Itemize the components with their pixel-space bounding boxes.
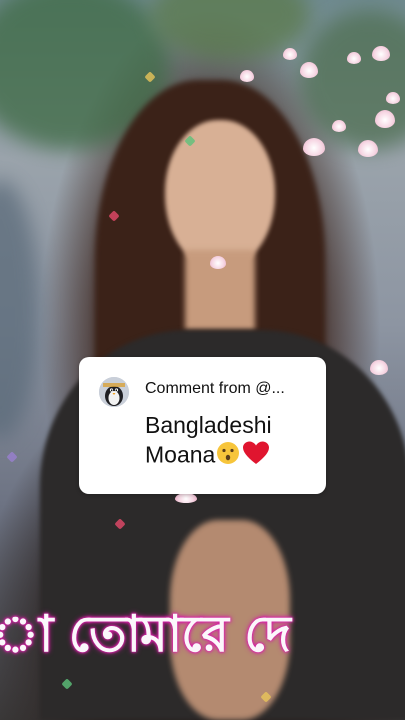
penguin-avatar-icon xyxy=(99,377,129,407)
red-heart-emoji-icon xyxy=(241,440,271,473)
flower-petal xyxy=(370,360,388,375)
flower-petal xyxy=(372,46,390,61)
foliage-blur xyxy=(0,180,40,440)
flower-petal xyxy=(303,138,325,156)
face-shape xyxy=(165,120,275,270)
flower-petal xyxy=(386,92,400,104)
lyric-caption: া তোমারে দে xyxy=(0,597,405,667)
flower-petal xyxy=(358,140,378,157)
lyric-caption-text: া তোমারে দে xyxy=(0,605,291,663)
commenter-avatar[interactable] xyxy=(99,377,129,407)
flower-petal xyxy=(375,110,395,128)
comment-from-label: Comment from @... xyxy=(145,380,285,397)
flower-petal xyxy=(175,493,197,503)
flower-petal xyxy=(210,256,226,269)
flower-petal xyxy=(240,70,254,82)
flower-petal xyxy=(332,120,346,132)
flower-petal xyxy=(283,48,297,60)
floating-heart xyxy=(6,451,18,463)
comment-body: Bangladeshi Moana xyxy=(145,411,320,473)
foliage-blur xyxy=(300,10,405,150)
flower-petal xyxy=(347,52,361,64)
comment-reply-card[interactable]: Comment from @... Bangladeshi Moana xyxy=(79,357,326,494)
hushed-face-emoji-icon xyxy=(215,440,241,473)
flower-petal xyxy=(300,62,318,78)
